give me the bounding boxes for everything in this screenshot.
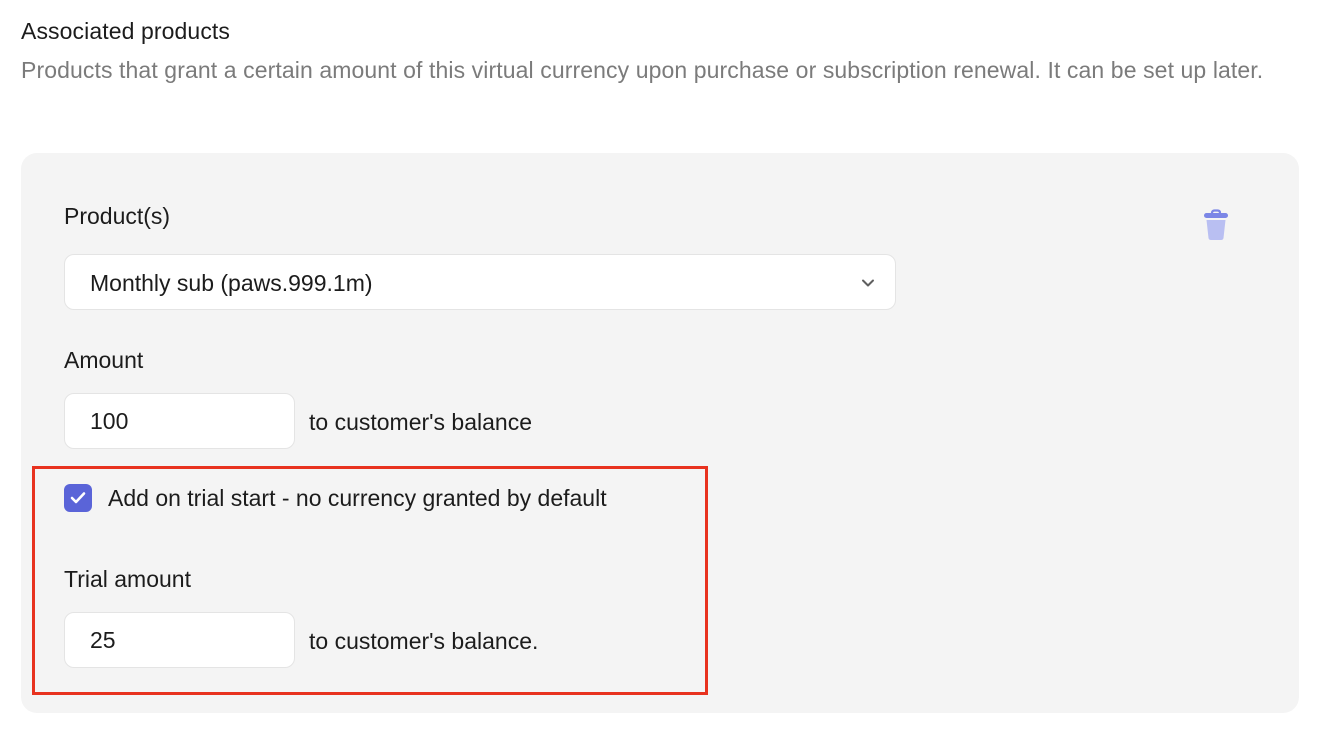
product-select-value: Monthly sub (paws.999.1m) [90, 270, 373, 296]
trial-start-checkbox[interactable] [64, 484, 92, 512]
trial-amount-field-label: Trial amount [64, 566, 191, 592]
trial-amount-input[interactable] [64, 612, 295, 668]
associated-products-section: Associated products Products that grant … [0, 0, 1320, 734]
section-title: Associated products [21, 18, 231, 44]
trial-start-checkbox-label[interactable]: Add on trial start - no currency granted… [108, 483, 607, 513]
product-select[interactable]: Monthly sub (paws.999.1m) [64, 254, 896, 310]
amount-input[interactable] [64, 393, 295, 449]
product-card: Product(s) Monthly sub (paws.999.1m) Amo… [21, 153, 1299, 713]
checkmark-icon [70, 492, 86, 504]
amount-field-label: Amount [64, 347, 144, 373]
trash-icon[interactable] [1203, 209, 1229, 241]
amount-suffix: to customer's balance [309, 409, 533, 435]
chevron-down-icon [861, 276, 875, 290]
product-field-label: Product(s) [64, 203, 171, 229]
trial-amount-suffix: to customer's balance. [309, 628, 539, 654]
section-description: Products that grant a certain amount of … [21, 57, 1264, 83]
